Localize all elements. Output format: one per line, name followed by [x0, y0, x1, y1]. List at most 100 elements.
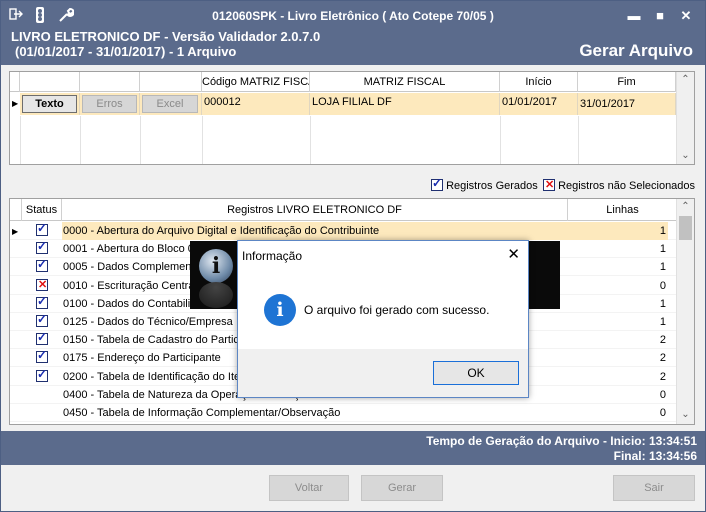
record-lines: 1: [659, 261, 666, 274]
cell-fim: 31/01/2017: [578, 93, 676, 115]
legend-nao-selecionados: Registros não Selecionados: [543, 178, 695, 192]
record-lines: 0: [568, 422, 668, 424]
row-pointer-icon: ▶: [12, 227, 19, 236]
record-description: 0450 - Tabela de Informação Complementar…: [63, 407, 341, 419]
sair-button[interactable]: Sair: [613, 475, 695, 501]
dialog-close-icon[interactable]: ✕: [507, 245, 520, 263]
grid-line: [310, 116, 311, 164]
header-matriz[interactable]: MATRIZ FISCAL: [310, 72, 500, 92]
files-grid-scrollbar[interactable]: ⌃ ⌄: [676, 72, 694, 164]
status-cell: [22, 421, 62, 424]
record-lines: 1: [659, 243, 666, 256]
dialog-footer: OK: [238, 349, 528, 397]
minimize-button[interactable]: ▬: [623, 7, 645, 25]
gerar-button[interactable]: Gerar: [361, 475, 443, 501]
status-band: Tempo de Geração do Arquivo - Inicio: 13…: [1, 431, 705, 465]
record-lines: 0: [659, 407, 666, 419]
cell-codigo: 000012: [202, 93, 310, 115]
header-indicator-col: [10, 199, 22, 221]
record-lines: 2: [659, 334, 666, 347]
generation-time-end: Final: 13:34:56: [613, 449, 697, 463]
status-cell: [22, 257, 62, 276]
excel-button[interactable]: Excel: [142, 95, 198, 113]
record-lines: 1: [659, 297, 666, 310]
legend-gerados-label: Registros Gerados: [446, 180, 538, 192]
table-row[interactable]: ▶ Texto Erros Excel 000012 LOJA FILIAL D…: [10, 93, 678, 115]
grid-line: [140, 116, 141, 164]
record-lines: 1: [568, 222, 668, 240]
header-indicator-col: [10, 72, 20, 92]
texto-button[interactable]: Texto: [22, 95, 77, 113]
status-cell: [22, 404, 62, 422]
main-window: 012060SPK - Livro Eletrônico ( Ato Cotep…: [0, 0, 706, 512]
scroll-down-icon[interactable]: ⌄: [677, 407, 694, 423]
maximize-button[interactable]: ■: [649, 7, 671, 25]
header-col-3: [140, 72, 202, 92]
record-lines: 0: [659, 388, 666, 401]
ok-button[interactable]: OK: [433, 361, 519, 385]
header-col-1: [20, 72, 80, 92]
grid-line: [80, 116, 81, 164]
checked-icon[interactable]: [36, 257, 48, 273]
checked-icon[interactable]: [36, 221, 48, 236]
cell-inicio: 01/01/2017: [500, 93, 578, 115]
cell-excel: Excel: [140, 93, 202, 115]
checked-icon[interactable]: [36, 348, 48, 364]
table-row[interactable]: 0450 - Tabela de Informação Complementar…: [10, 404, 678, 422]
record-lines: 0: [659, 279, 666, 292]
ok-button-label: OK: [467, 366, 485, 380]
status-cell: [22, 312, 62, 331]
grid-line: [578, 116, 579, 164]
scroll-thumb[interactable]: [679, 216, 692, 240]
status-cell: [22, 239, 62, 258]
window-title: 012060SPK - Livro Eletrônico ( Ato Cotep…: [212, 9, 494, 23]
files-grid-empty-area: [10, 116, 678, 164]
checked-icon: [431, 176, 443, 191]
checked-icon[interactable]: [36, 330, 48, 346]
records-grid-scrollbar[interactable]: ⌃ ⌄: [676, 199, 694, 424]
table-row[interactable]: 0460 - Tabela de Observações do Lançamen…: [10, 421, 678, 424]
header-status[interactable]: Status: [22, 199, 62, 221]
erros-button[interactable]: Erros: [82, 95, 137, 113]
checked-icon[interactable]: [36, 239, 48, 255]
record-lines: 1: [659, 316, 666, 328]
cell-matriz: LOJA FILIAL DF: [310, 93, 500, 115]
cell-erros: Erros: [80, 93, 140, 115]
files-grid: Código MATRIZ FISCA MATRIZ FISCAL Início…: [9, 71, 695, 165]
grid-line: [202, 116, 203, 164]
status-cell: [22, 330, 62, 349]
record-lines: 2: [659, 370, 666, 383]
header-version: LIVRO ELETRONICO DF - Versão Validador 2…: [11, 29, 321, 44]
close-button[interactable]: ✕: [675, 7, 697, 25]
table-row[interactable]: ▶ 0000 - Abertura do Arquivo Digital e Id…: [10, 221, 678, 240]
checked-icon[interactable]: [36, 367, 48, 382]
header-registros[interactable]: Registros LIVRO ELETRONICO DF: [62, 199, 568, 221]
checked-icon[interactable]: [36, 312, 48, 327]
status-cell: [22, 386, 62, 404]
header-period: (01/01/2017 - 31/01/2017) - 1 Arquivo: [15, 44, 237, 59]
info-bubble-icon: i: [199, 249, 233, 283]
records-grid-header: Status Registros LIVRO ELETRONICO DF Lin…: [10, 199, 678, 221]
grid-line: [20, 116, 21, 164]
header-codigo[interactable]: Código MATRIZ FISCA: [202, 72, 310, 92]
scroll-up-icon[interactable]: ⌃: [677, 199, 694, 215]
header-linhas[interactable]: Linhas: [568, 199, 678, 221]
status-cell: [22, 367, 62, 386]
checked-icon[interactable]: [36, 294, 48, 309]
scroll-up-icon[interactable]: ⌃: [677, 72, 694, 88]
header-col-2: [80, 72, 140, 92]
record-description: 0000 - Abertura do Arquivo Digital e Ide…: [62, 222, 568, 240]
status-cell: [22, 294, 62, 313]
information-icon: i: [264, 294, 296, 326]
scroll-down-icon[interactable]: ⌄: [677, 148, 694, 164]
voltar-button[interactable]: Voltar: [269, 475, 349, 501]
header-fim[interactable]: Fim: [578, 72, 676, 92]
grid-line: [500, 116, 501, 164]
legend-gerados: Registros Gerados: [431, 176, 538, 192]
unchecked-x-icon: [543, 178, 555, 191]
unchecked-x-icon[interactable]: [36, 278, 48, 291]
dialog-message: O arquivo foi gerado com sucesso.: [304, 303, 490, 317]
header-inicio[interactable]: Início: [500, 72, 578, 92]
checked-icon[interactable]: [37, 421, 47, 424]
record-description: 0460 - Tabela de Observações do Lançamen…: [62, 422, 568, 424]
